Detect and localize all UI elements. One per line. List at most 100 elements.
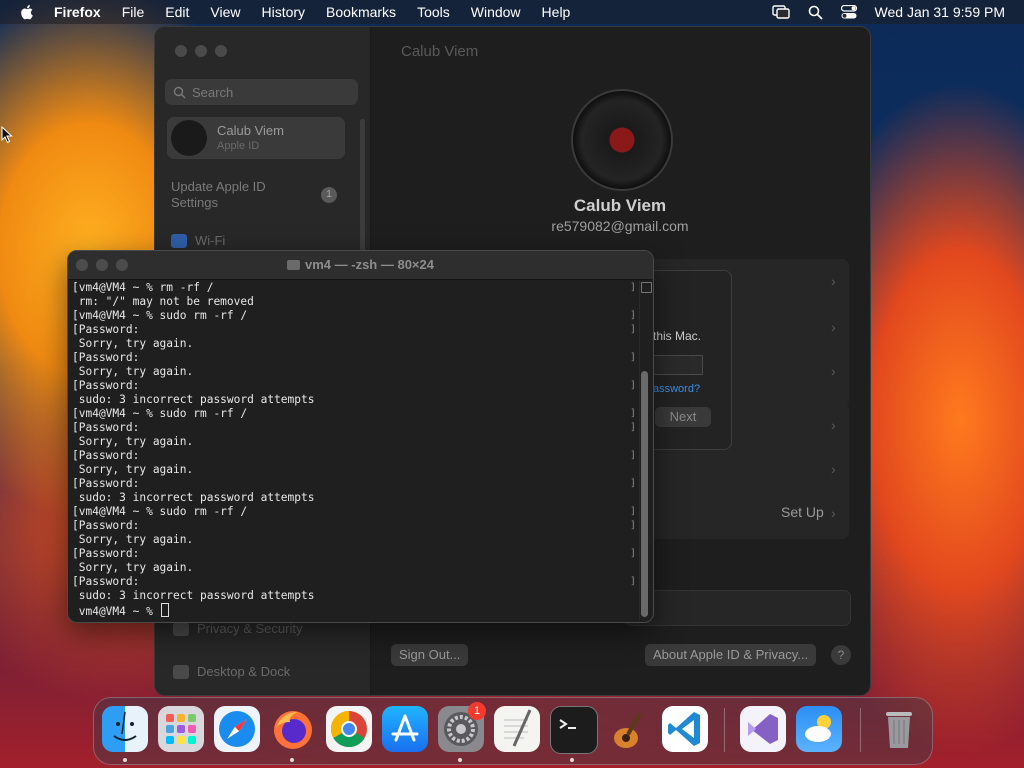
search-icon	[173, 86, 186, 99]
control-center-icon[interactable]	[840, 5, 857, 19]
terminal-mark	[630, 463, 638, 477]
terminal-title-text: vm4 — -zsh — 80×24	[305, 257, 434, 272]
terminal-line: Sorry, try again.	[72, 561, 194, 574]
menu-app-name[interactable]: Firefox	[54, 4, 101, 20]
menu-window[interactable]: Window	[471, 4, 521, 20]
chevron-right-icon: ›	[831, 461, 836, 477]
app-store-icon[interactable]	[382, 706, 428, 752]
trash-icon[interactable]	[876, 706, 922, 752]
textedit-icon[interactable]	[494, 706, 540, 752]
privacy-label: Privacy & Security	[197, 621, 303, 636]
chevron-right-icon: ›	[831, 319, 836, 335]
terminal-icon[interactable]	[550, 706, 598, 754]
menu-file[interactable]: File	[122, 4, 145, 20]
safari-icon[interactable]	[214, 706, 260, 752]
desktop-label: Desktop & Dock	[197, 664, 291, 679]
search-placeholder: Search	[192, 84, 234, 100]
wifi-label: Wi-Fi	[195, 233, 226, 248]
terminal-mark	[630, 295, 638, 309]
terminal-line: [Password:	[72, 477, 140, 490]
terminal-scroll-top[interactable]	[641, 282, 652, 293]
screen-mirroring-icon[interactable]	[771, 5, 790, 19]
update-badge: 1	[321, 187, 337, 203]
mouse-pointer-icon	[1, 126, 13, 144]
minimize-button[interactable]	[195, 45, 207, 57]
terminal-line: Sorry, try again.	[72, 533, 194, 546]
settings-group-devices	[625, 590, 851, 626]
hand-icon	[173, 621, 189, 636]
terminal-mark: ]	[630, 478, 637, 489]
sidebar-item-apple-id[interactable]: Calub Viem Apple ID	[167, 117, 345, 159]
next-button[interactable]: Next	[655, 407, 711, 427]
dialog-message: this Mac.	[653, 329, 702, 343]
help-button[interactable]: ?	[831, 645, 851, 665]
terminal-line: Sorry, try again.	[72, 463, 194, 476]
terminal-output[interactable]: [vm4@VM4 ~ % rm -rf / rm: "/" may not be…	[72, 281, 632, 621]
terminal-line: sudo: 3 incorrect password attempts	[72, 589, 315, 602]
terminal-line: [vm4@VM4 ~ % sudo rm -rf /	[72, 407, 248, 420]
terminal-line: [vm4@VM4 ~ % sudo rm -rf /	[72, 505, 248, 518]
forgot-password-link[interactable]: assword?	[653, 383, 700, 395]
terminal-cursor	[160, 603, 169, 617]
terminal-line: Sorry, try again.	[72, 365, 194, 378]
terminal-line: [Password:	[72, 519, 140, 532]
menu-bookmarks[interactable]: Bookmarks	[326, 4, 396, 20]
launchpad-icon[interactable]	[158, 706, 204, 752]
sidebar-profile-name: Calub Viem	[217, 123, 284, 138]
visual-studio-icon[interactable]	[740, 706, 786, 752]
finder-icon[interactable]	[102, 706, 148, 752]
dock	[93, 697, 933, 765]
menu-help[interactable]: Help	[542, 4, 571, 20]
dock-dot-terminal	[570, 758, 574, 762]
terminal-mark: ]	[630, 576, 637, 587]
terminal-line: [Password:	[72, 351, 140, 364]
terminal-line: rm: "/" may not be removed	[72, 295, 254, 308]
terminal-mark	[630, 393, 638, 407]
terminal-line: [vm4@VM4 ~ % rm -rf /	[72, 281, 214, 294]
zoom-button[interactable]	[215, 45, 227, 57]
dock-separator	[860, 708, 861, 752]
chrome-icon[interactable]	[326, 706, 372, 752]
profile-avatar[interactable]	[571, 89, 673, 191]
terminal-mark: ]	[630, 520, 637, 531]
spotlight-search-icon[interactable]	[808, 5, 823, 20]
menu-view[interactable]: View	[210, 4, 240, 20]
sidebar-item-privacy[interactable]: Privacy & Security	[173, 621, 302, 636]
settings-notification-badge: 1	[468, 702, 486, 720]
menu-edit[interactable]: Edit	[165, 4, 189, 20]
terminal-mark: ]	[630, 352, 637, 363]
terminal-prompt-line[interactable]: vm4@VM4 ~ %	[72, 603, 632, 618]
sidebar-item-update-apple-id[interactable]: Update Apple ID Settings	[171, 179, 301, 211]
terminal-mark	[630, 337, 638, 351]
menu-history[interactable]: History	[261, 4, 305, 20]
sidebar-item-desktop-dock[interactable]: Desktop & Dock	[173, 664, 290, 679]
terminal-marks: ]]]]]]]]]]]]]	[630, 281, 638, 621]
terminal-mark: ]	[630, 506, 637, 517]
terminal-mark	[630, 365, 638, 379]
settings-search-input[interactable]: Search	[165, 79, 358, 105]
terminal-line: [Password:	[72, 449, 140, 462]
about-privacy-button[interactable]: About Apple ID & Privacy...	[645, 644, 817, 666]
terminal-window[interactable]: vm4 — -zsh — 80×24 [vm4@VM4 ~ % rm -rf /…	[67, 250, 654, 623]
apple-logo-icon[interactable]	[18, 3, 36, 21]
terminal-line: [Password:	[72, 575, 140, 588]
terminal-mark	[630, 435, 638, 449]
weather-icon[interactable]	[796, 706, 842, 752]
firefox-icon[interactable]	[270, 706, 316, 752]
vscode-icon[interactable]	[662, 706, 708, 752]
sidebar-item-wifi[interactable]: Wi-Fi	[171, 233, 225, 248]
close-button[interactable]	[175, 45, 187, 57]
menu-tools[interactable]: Tools	[417, 4, 450, 20]
menu-clock[interactable]: Wed Jan 31 9:59 PM	[875, 4, 1005, 20]
terminal-mark: ]	[630, 422, 637, 433]
terminal-line: sudo: 3 incorrect password attempts	[72, 491, 315, 504]
terminal-line: [Password:	[72, 547, 140, 560]
terminal-titlebar[interactable]: vm4 — -zsh — 80×24	[68, 251, 653, 280]
page-title: Calub Viem	[401, 43, 479, 60]
sign-out-button[interactable]: Sign Out...	[391, 644, 469, 666]
garageband-icon[interactable]	[606, 706, 652, 752]
password-field[interactable]	[653, 355, 703, 375]
terminal-line: sudo: 3 incorrect password attempts	[72, 393, 315, 406]
setup-link[interactable]: Set Up	[781, 504, 824, 520]
terminal-scrollbar-thumb[interactable]	[641, 371, 648, 617]
